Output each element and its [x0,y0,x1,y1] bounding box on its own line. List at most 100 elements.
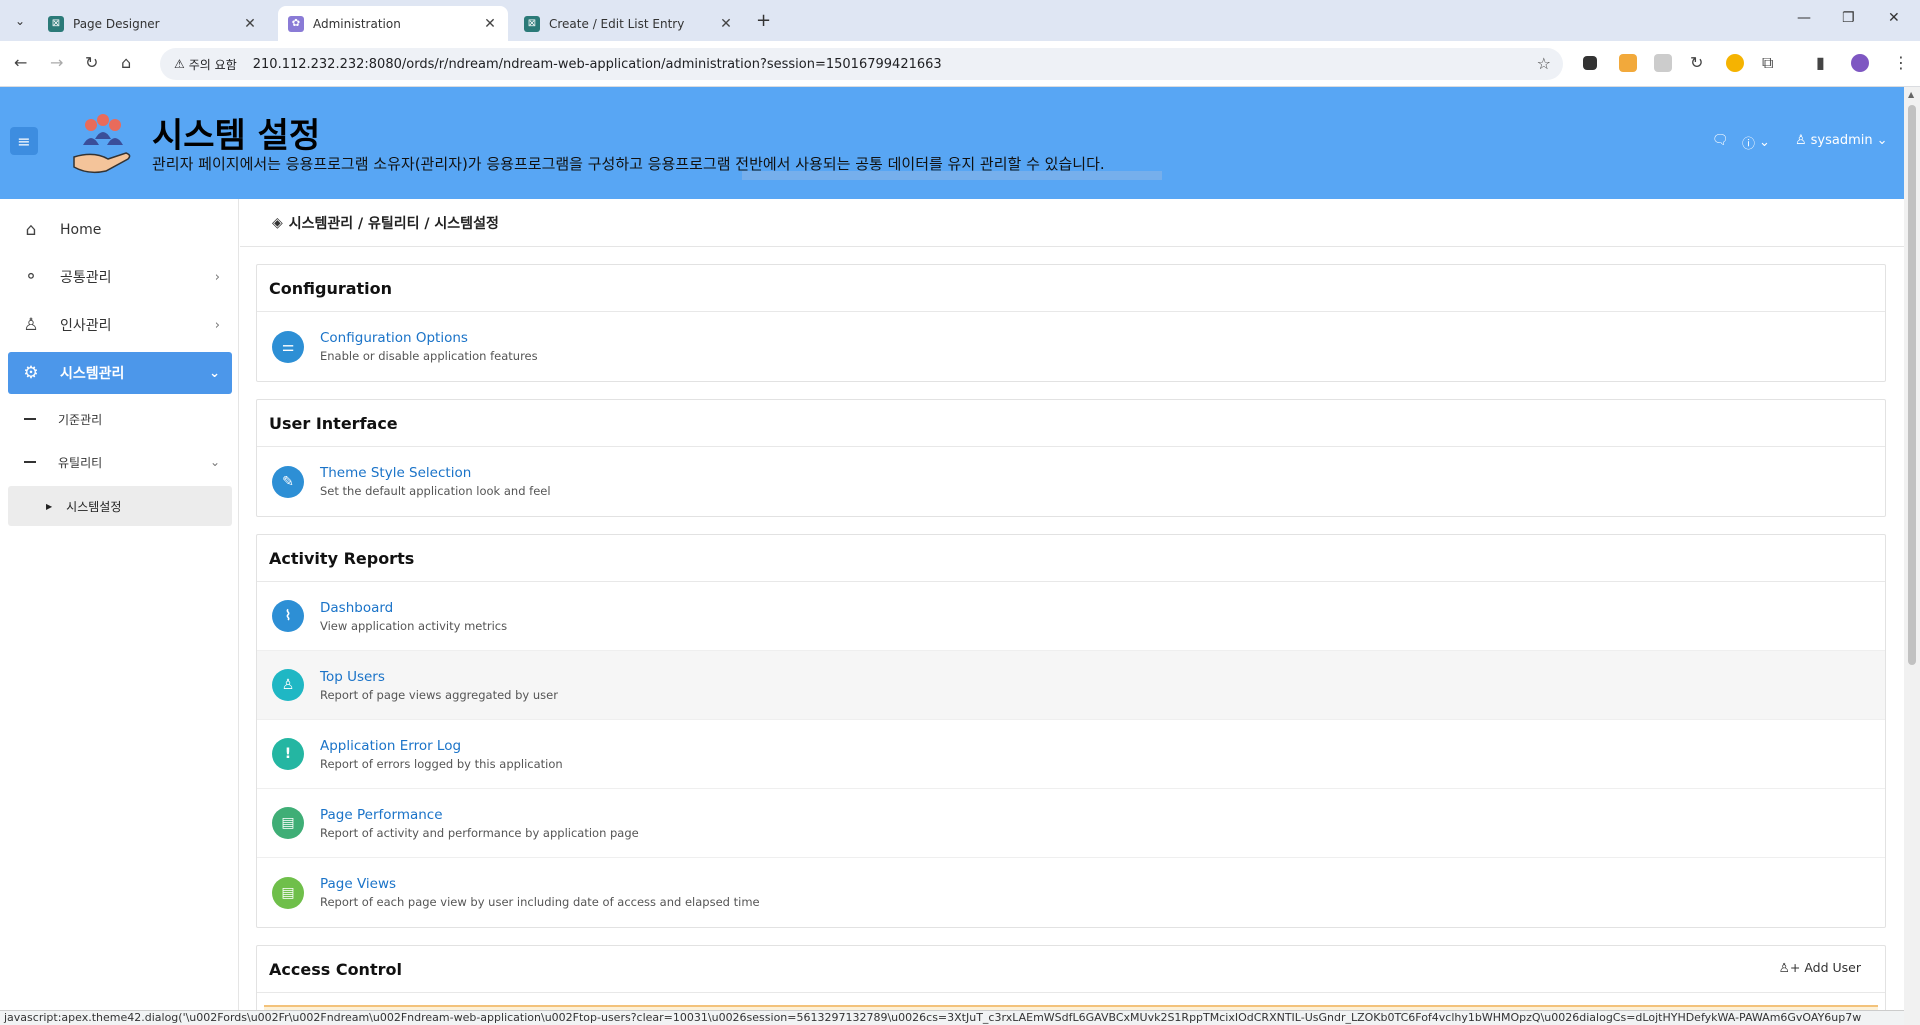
address-bar: ← → ↻ ⌂ ⚠ 주의 요함 210.112.232.232:8080/ords… [0,41,1920,87]
close-icon[interactable]: ✕ [242,16,258,32]
list-item[interactable]: ⚌ Configuration Options Enable or disabl… [257,312,1885,381]
sidebar-item-label: 시스템관리 [60,366,125,382]
home-icon[interactable]: ⌂ [121,53,131,72]
chevron-down-icon: ⌄ [209,455,220,469]
page-performance-link[interactable]: Page Performance [320,807,639,823]
chevron-down-icon: ⌄ [209,365,220,381]
close-window-icon[interactable]: ✕ [1888,10,1900,26]
list-item[interactable]: ⌇ Dashboard View application activity me… [257,582,1885,651]
list-item[interactable]: ! Application Error Log Report of errors… [257,720,1885,789]
share-nodes-icon: ⚬ [23,267,39,287]
url-input[interactable]: ⚠ 주의 요함 210.112.232.232:8080/ords/r/ndrea… [160,48,1563,80]
close-icon[interactable]: ✕ [718,16,734,32]
row-description: Report of errors logged by this applicat… [320,756,563,771]
configuration-region: Configuration ⚌ Configuration Options En… [256,264,1886,382]
dev-toolbar-shadow [742,171,1162,180]
sidebar-item-label: 시스템설정 [66,499,122,514]
top-users-link[interactable]: Top Users [320,669,558,685]
scroll-thumb[interactable] [1908,105,1916,665]
exclamation-icon: ! [272,738,304,770]
chevron-down-icon: ⌄ [1876,133,1888,148]
app-header: ≡ 시스템 설정 관리자 페이지에서는 응용프로그램 소유자(관리자)가 응용프… [0,87,1904,199]
sidebar-item-label: Home [60,222,102,238]
list-item[interactable]: ▤ Page Performance Report of activity an… [257,789,1885,858]
menu-toggle-button[interactable]: ≡ [10,127,38,155]
user-interface-region: User Interface ✎ Theme Style Selection S… [256,399,1886,517]
sidebar-item-label: 유틸리티 [58,455,103,470]
puzzle-icon[interactable]: ⧉ [1762,53,1773,73]
feedback-icon[interactable]: 🗨 [1712,133,1729,148]
add-user-icon: ♙+ [1778,960,1801,975]
region-title: Activity Reports [257,535,1885,582]
warning-icon: ⚠ [174,57,185,71]
extension-icon[interactable] [1619,54,1637,72]
region-title: User Interface [257,400,1885,447]
sidebar-item-label: 공통관리 [60,270,112,286]
tab-administration[interactable]: ✿ Administration ✕ [278,6,508,41]
chevron-right-icon: › [214,317,220,333]
page-views-link[interactable]: Page Views [320,876,760,892]
tab-search-button[interactable]: ⌄ [7,8,33,34]
sidebar-item-hr[interactable]: ♙ 인사관리 › [8,304,232,346]
sidebar-subitem-utility[interactable]: 유틸리티 ⌄ [8,442,232,482]
dash-icon [24,418,36,420]
url-text: 210.112.232.232:8080/ords/r/ndream/ndrea… [252,56,942,72]
activity-reports-region: Activity Reports ⌇ Dashboard View applic… [256,534,1886,928]
browser-tab-bar: ⌄ ⊠ Page Designer ✕ ✿ Administration ✕ ⊠… [0,0,1920,41]
sidebar-subitem-standards[interactable]: 기준관리 [8,399,232,439]
sync-icon[interactable]: ↻ [1690,53,1703,72]
file-chart-icon: ▤ [272,807,304,839]
security-warning[interactable]: ⚠ 주의 요함 [168,56,243,73]
more-icon[interactable]: ⋮ [1893,53,1909,72]
application-error-log-link[interactable]: Application Error Log [320,738,563,754]
list-item[interactable]: ▤ Page Views Report of each page view by… [257,858,1885,927]
sidebar-item-common[interactable]: ⚬ 공통관리 › [8,256,232,298]
new-tab-button[interactable]: + [756,10,771,31]
region-title: Configuration [257,265,1885,312]
sidepanel-icon[interactable]: ▮ [1816,53,1825,72]
list-item[interactable]: ✎ Theme Style Selection Set the default … [257,447,1885,516]
sidebar-item-system[interactable]: ⚙ 시스템관리 ⌄ [8,352,232,394]
sidebar: ⌂ Home ⚬ 공통관리 › ♙ 인사관리 › ⚙ 시스템관리 ⌄ 기준관리 … [0,199,239,1025]
layers-icon: ◈ [272,214,283,231]
profile-avatar[interactable] [1851,54,1869,72]
eyedropper-icon[interactable] [1583,56,1597,70]
file-search-icon: ▤ [272,876,304,909]
sidebar-item-label: 인사관리 [60,318,112,334]
reload-icon[interactable]: ↻ [85,53,98,72]
back-icon[interactable]: ← [14,53,27,72]
minimize-icon[interactable]: — [1797,10,1811,26]
tab-page-designer[interactable]: ⊠ Page Designer ✕ [38,6,268,41]
row-description: Set the default application look and fee… [320,484,551,498]
scroll-up-icon[interactable]: ▲ [1908,90,1914,99]
brush-icon: ✎ [272,465,304,498]
forward-icon[interactable]: → [50,53,63,72]
close-icon[interactable]: ✕ [482,16,498,32]
page-title: 시스템 설정 [152,116,321,156]
extension-icon[interactable] [1726,54,1744,72]
tab-title: Create / Edit List Entry [549,16,685,31]
triangle-right-icon: ▶ [46,501,53,511]
dashboard-link[interactable]: Dashboard [320,600,507,616]
row-description: Report of activity and performance by ap… [320,825,639,840]
gear-icon: ⚙ [23,363,39,383]
extension-icon[interactable] [1654,54,1672,72]
configuration-options-link[interactable]: Configuration Options [320,330,538,346]
user-menu-button[interactable]: ♙ sysadmin ⌄ [1795,133,1888,148]
page-scrollbar[interactable]: ▲ [1904,87,1920,1025]
help-menu-button[interactable]: ⓘ ⌄ [1742,133,1770,152]
add-user-button[interactable]: ♙+ Add User [1779,960,1861,975]
sidebar-subitem-system-settings[interactable]: ▶ 시스템설정 [8,486,232,526]
user-chart-icon: ♙ [272,669,304,701]
list-item[interactable]: ♙ Top Users Report of page views aggrega… [257,651,1885,720]
chevron-down-icon: ⌄ [1759,135,1770,150]
sidebar-item-home[interactable]: ⌂ Home [8,209,232,251]
apex-icon: ⊠ [524,15,540,32]
admin-icon: ✿ [288,15,304,32]
row-description: Report of page views aggregated by user [320,687,558,702]
tab-create-edit-list-entry[interactable]: ⊠ Create / Edit List Entry ✕ [514,6,744,41]
chart-icon: ⌇ [272,600,304,632]
theme-style-selection-link[interactable]: Theme Style Selection [320,465,551,481]
bookmark-star-icon[interactable]: ☆ [1537,54,1551,73]
restore-icon[interactable]: ❐ [1842,10,1855,26]
